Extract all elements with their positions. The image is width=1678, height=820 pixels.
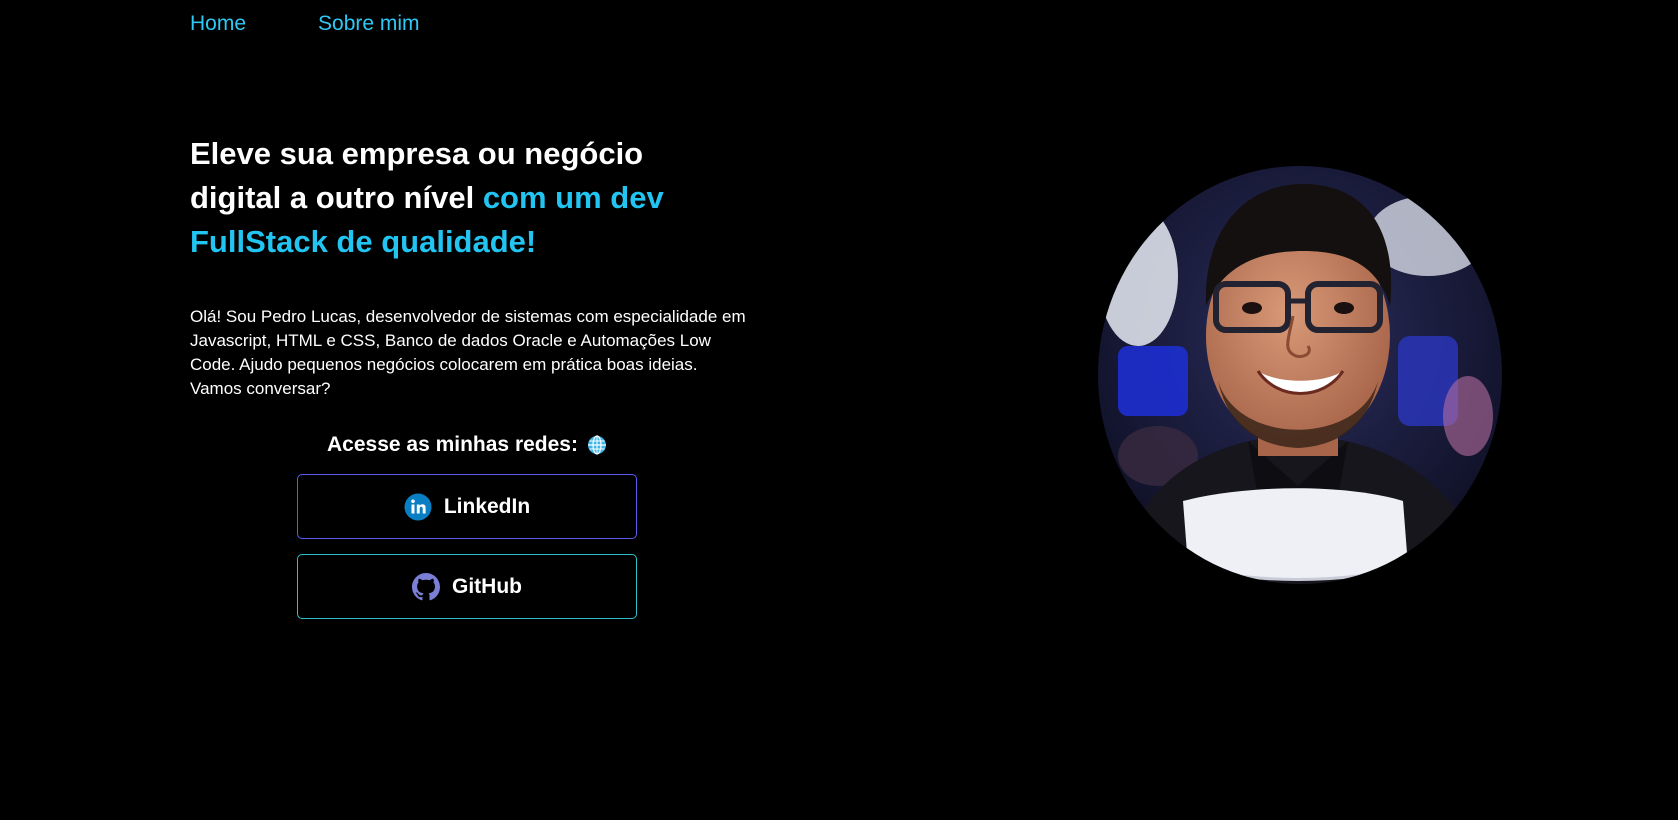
linkedin-button-label: LinkedIn xyxy=(443,494,531,518)
globe-icon xyxy=(587,435,607,455)
linkedin-button[interactable]: LinkedIn xyxy=(297,474,637,539)
nav-home-link[interactable]: Home xyxy=(190,12,246,36)
hero-title: Eleve sua empresa ou negócio digital a o… xyxy=(190,132,710,264)
github-button[interactable]: GitHub xyxy=(297,554,637,619)
profile-photo xyxy=(1098,166,1502,584)
github-icon xyxy=(412,572,440,601)
intro-text: Olá! Sou Pedro Lucas, desenvolvedor de s… xyxy=(190,307,746,398)
linkedin-icon xyxy=(404,493,432,521)
networks-heading: Acesse as minhas redes: xyxy=(297,433,637,457)
top-nav: Home Sobre mim xyxy=(190,12,420,36)
nav-about-link[interactable]: Sobre mim xyxy=(318,12,420,36)
networks-heading-label: Acesse as minhas redes: xyxy=(327,433,578,456)
github-button-label: GitHub xyxy=(452,574,522,598)
page: Home Sobre mim Eleve sua empresa ou negó… xyxy=(0,0,1678,820)
